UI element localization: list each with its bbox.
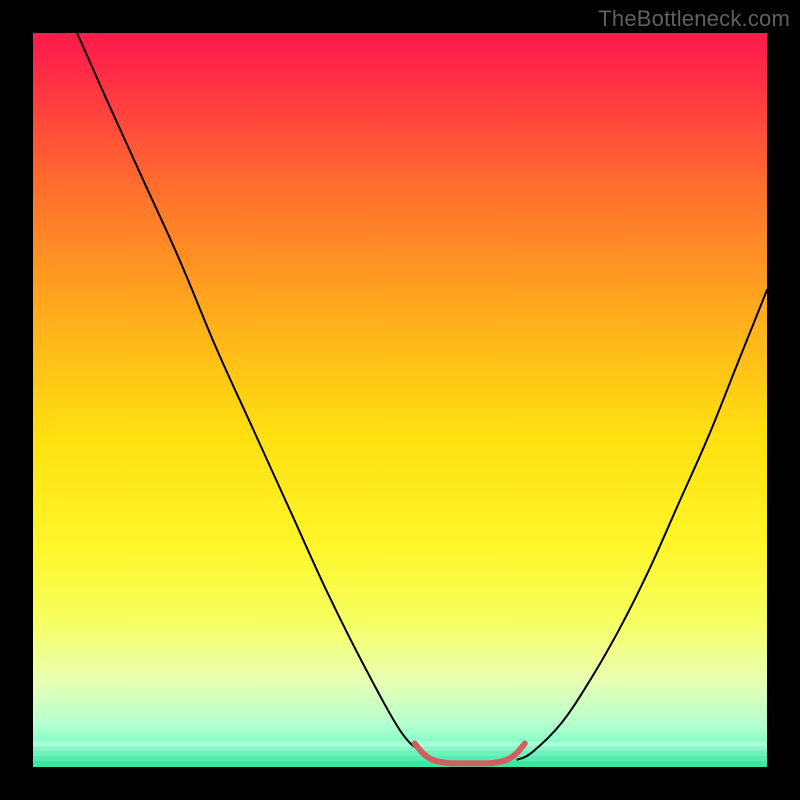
gradient-background: [33, 33, 767, 767]
bottom-band: [33, 761, 767, 767]
chart-frame: TheBottleneck.com: [0, 0, 800, 800]
watermark-text: TheBottleneck.com: [598, 6, 790, 32]
bottom-band: [33, 751, 767, 756]
bottom-band: [33, 746, 767, 750]
bottom-band: [33, 756, 767, 761]
bottom-band: [33, 741, 767, 746]
plot-svg: [33, 33, 767, 767]
plot-area: [33, 33, 767, 767]
